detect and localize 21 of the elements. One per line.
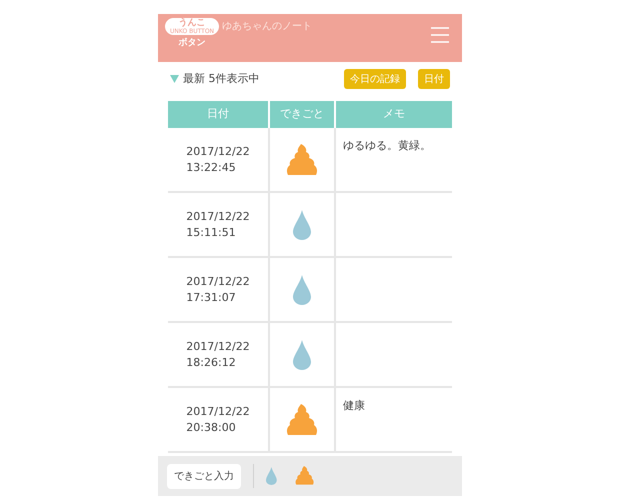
date-cell: 2017/12/22 20:38:00 xyxy=(168,388,268,453)
memo-cell: 健康 xyxy=(334,388,452,453)
filter-label: 最新 5件表示中 xyxy=(183,70,260,87)
date-cell: 2017/12/22 18:26:12 xyxy=(168,323,268,388)
date-cell: 2017/12/22 13:22:45 xyxy=(168,128,268,193)
logo-text: ボタン xyxy=(178,37,206,50)
column-header: 日付 xyxy=(168,101,268,128)
event-input-button[interactable]: できごと入力 xyxy=(167,464,241,488)
logo-text: うんこ xyxy=(178,18,206,28)
notebook-title: ゆあちゃんのノート xyxy=(222,20,312,34)
toolbar-button[interactable]: 今日の記録 xyxy=(344,69,406,89)
toolbar-button[interactable]: 日付 xyxy=(418,69,450,89)
triangle-icon[interactable] xyxy=(170,75,179,83)
date-cell: 2017/12/22 15:11:51 xyxy=(168,193,268,258)
column-header: できごと xyxy=(268,101,334,128)
poop-button[interactable] xyxy=(294,466,314,486)
drop-button[interactable] xyxy=(266,467,277,485)
date-cell: 2017/12/22 17:31:07 xyxy=(168,258,268,323)
menu-icon[interactable] xyxy=(431,27,449,43)
memo-cell: ゆるゆる。黄緑。 xyxy=(334,128,452,193)
column-header: メモ xyxy=(334,101,452,128)
